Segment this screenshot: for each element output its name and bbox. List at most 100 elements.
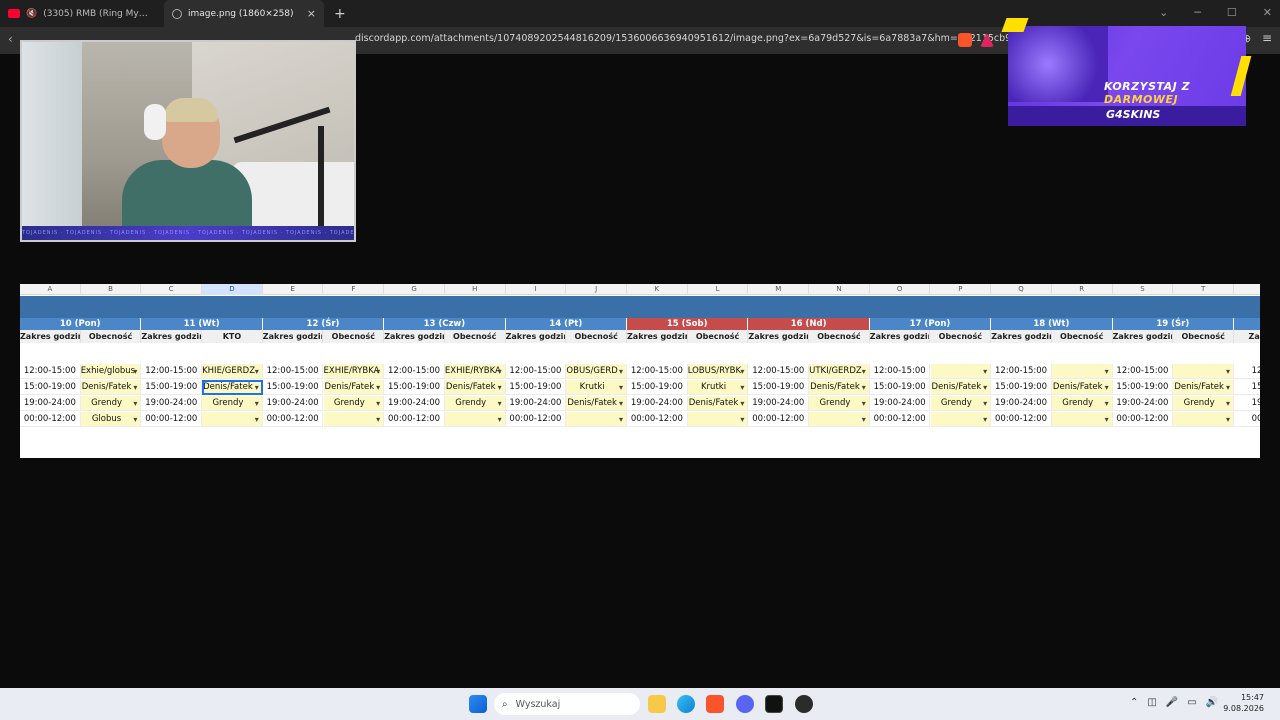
column-letter: L xyxy=(688,284,749,295)
column-header-row: Zakres godzin Obecność Zakres godzin KTO Zak… xyxy=(20,330,1260,343)
presence-dropdown-cell[interactable] xyxy=(687,412,749,427)
presence-dropdown-cell[interactable]: KHIE/GERDZ xyxy=(202,364,263,379)
microphone-icon[interactable]: 🎤 xyxy=(1166,697,1178,708)
windows-start-icon[interactable] xyxy=(469,695,487,713)
column-letter: T xyxy=(1173,284,1234,295)
presence-dropdown-cell[interactable]: UTKI/GERDZ xyxy=(809,364,870,379)
mic-stand xyxy=(318,126,324,230)
presence-dropdown-cell[interactable] xyxy=(1173,412,1234,427)
time-range-cell: 15:00 xyxy=(1234,380,1260,395)
time-range-cell: 15:00-19:00 xyxy=(141,380,203,395)
column-header: Obecność xyxy=(688,330,749,343)
presence-dropdown-cell[interactable]: Grendy xyxy=(809,396,870,411)
clock[interactable]: 15:47 9.08.2026 xyxy=(1223,692,1264,714)
presence-dropdown-cell[interactable]: Krutki xyxy=(566,380,627,395)
time-range-cell: 19:00-24:00 xyxy=(991,396,1052,411)
close-tab-icon[interactable]: × xyxy=(307,7,316,20)
game-app-icon[interactable] xyxy=(765,695,783,713)
presence-dropdown-cell[interactable]: Grendy xyxy=(444,396,506,411)
close-window-icon[interactable]: ✕ xyxy=(1263,6,1272,19)
brave-icon[interactable] xyxy=(706,695,724,713)
presence-dropdown-cell[interactable] xyxy=(1051,412,1113,427)
presence-dropdown-cell[interactable]: Denis/Fatek xyxy=(444,380,506,395)
presence-dropdown-cell[interactable]: Denis/Fatek xyxy=(202,380,263,395)
time-range-cell: 12:00-15:00 xyxy=(384,364,445,379)
time-range-cell: 15:00-19:00 xyxy=(748,380,810,395)
column-letter: J xyxy=(566,284,627,295)
presence-dropdown-cell[interactable]: Globus xyxy=(80,412,142,427)
day-header: 13 (Czw) xyxy=(384,318,506,330)
streamer-hair xyxy=(164,98,218,122)
time-range-cell: 00:00-12:00 xyxy=(20,412,81,427)
presence-dropdown-cell[interactable]: Denis/Fatek xyxy=(323,380,385,395)
tab-search-icon[interactable]: ⌄ xyxy=(1159,6,1168,19)
presence-dropdown-cell[interactable]: Grendy xyxy=(1051,396,1113,411)
presence-dropdown-cell[interactable]: Grendy xyxy=(1173,396,1234,411)
presence-dropdown-cell[interactable]: EXHIE/RYBKA xyxy=(323,364,385,379)
url-field[interactable]: discordapp.com/attachments/1074089202544… xyxy=(355,33,1085,44)
presence-dropdown-cell[interactable] xyxy=(930,412,992,427)
presence-dropdown-cell[interactable]: Denis/Fatek xyxy=(687,396,749,411)
minimize-icon[interactable]: ─ xyxy=(1194,6,1201,19)
presence-dropdown-cell[interactable]: EXHIE/RYBKA xyxy=(444,364,506,379)
presence-dropdown-cell[interactable]: Denis/Fatek xyxy=(809,380,870,395)
presence-dropdown-cell[interactable] xyxy=(566,412,627,427)
presence-dropdown-cell[interactable]: Denis/Fatek xyxy=(1173,380,1234,395)
column-header: Zakres godzin xyxy=(141,330,203,343)
column-letter: B xyxy=(81,284,142,295)
new-tab-button[interactable]: + xyxy=(334,6,346,22)
presence-dropdown-cell[interactable]: Krutki xyxy=(687,380,749,395)
presence-dropdown-cell[interactable]: Denis/Fatek xyxy=(1051,380,1113,395)
file-explorer-icon[interactable] xyxy=(648,695,666,713)
discord-icon[interactable] xyxy=(736,695,754,713)
presence-dropdown-cell[interactable]: Grendy xyxy=(930,396,992,411)
ad-tagline-prefix: KORZYSTAJ Z xyxy=(1104,80,1191,93)
presence-dropdown-cell[interactable] xyxy=(1051,364,1113,379)
presence-dropdown-cell[interactable]: Grendy xyxy=(202,396,263,411)
tab-label: (3305) RMB (Ring My Bell) - YouTube xyxy=(43,8,150,19)
presence-dropdown-cell[interactable] xyxy=(323,412,385,427)
column-letter: F xyxy=(324,284,385,295)
presence-dropdown-cell[interactable]: Denis/Fatek xyxy=(930,380,992,395)
ad-tagline: KORZYSTAJ Z DARMOWEJ xyxy=(1104,80,1246,106)
tab-image[interactable]: image.png (1860×258) × xyxy=(164,0,324,27)
network-icon[interactable]: ◫ xyxy=(1147,697,1156,708)
volume-icon[interactable]: 🔊 xyxy=(1206,697,1218,708)
webcam-overlay: TOJADENIS · TOJADENIS · TOJADENIS · TOJA… xyxy=(20,40,356,242)
presence-dropdown-cell[interactable] xyxy=(930,364,992,379)
presence-dropdown-cell[interactable]: Exhie/globus xyxy=(80,364,142,379)
presence-dropdown-cell[interactable] xyxy=(444,412,506,427)
presence-dropdown-cell[interactable]: Denis/Fatek xyxy=(80,380,142,395)
chevron-up-icon[interactable]: ⌃ xyxy=(1130,697,1138,708)
column-header: Obecność xyxy=(1052,330,1113,343)
display-icon[interactable]: ▭ xyxy=(1187,697,1196,708)
menu-icon[interactable]: ≡ xyxy=(1262,31,1272,45)
globe-icon xyxy=(172,8,182,19)
column-header: Zakres godzin xyxy=(748,330,810,343)
presence-dropdown-cell[interactable]: Denis/Fatek xyxy=(566,396,627,411)
presence-dropdown-cell[interactable] xyxy=(1173,364,1234,379)
edge-icon[interactable] xyxy=(677,695,695,713)
presence-dropdown-cell[interactable]: Grendy xyxy=(323,396,385,411)
presence-dropdown-cell[interactable]: LOBUS/RYBK xyxy=(687,364,749,379)
back-icon[interactable]: ‹ xyxy=(8,32,13,46)
presence-dropdown-cell[interactable]: OBUS/GERD xyxy=(566,364,627,379)
time-range-cell: 19:00-24:00 xyxy=(627,396,688,411)
tab-youtube[interactable]: 🔇 (3305) RMB (Ring My Bell) - YouTube xyxy=(0,0,158,27)
time-range-cell: 00:00-12:00 xyxy=(141,412,203,427)
obs-icon[interactable] xyxy=(795,695,813,713)
clock-date: 9.08.2026 xyxy=(1223,704,1264,713)
mute-icon[interactable]: 🔇 xyxy=(26,9,37,19)
presence-dropdown-cell[interactable] xyxy=(809,412,870,427)
taskbar-search[interactable]: ⌕ Wyszukaj xyxy=(494,693,640,715)
column-letter: E xyxy=(263,284,324,295)
time-range-cell: 00:00-12:00 xyxy=(748,412,810,427)
brave-shield-icon[interactable] xyxy=(958,33,972,47)
clock-time: 15:47 xyxy=(1240,693,1264,702)
presence-dropdown-cell[interactable]: Grendy xyxy=(80,396,142,411)
presence-dropdown-cell[interactable] xyxy=(202,412,263,427)
time-range-cell: 12:00-15:00 xyxy=(869,364,931,379)
maximize-icon[interactable]: ☐ xyxy=(1227,6,1237,19)
table-row: 12:00-15:00 Exhie/globus 12:00-15:00 KHIE/G… xyxy=(20,364,1260,379)
column-header: Zakres godzin xyxy=(262,330,324,343)
